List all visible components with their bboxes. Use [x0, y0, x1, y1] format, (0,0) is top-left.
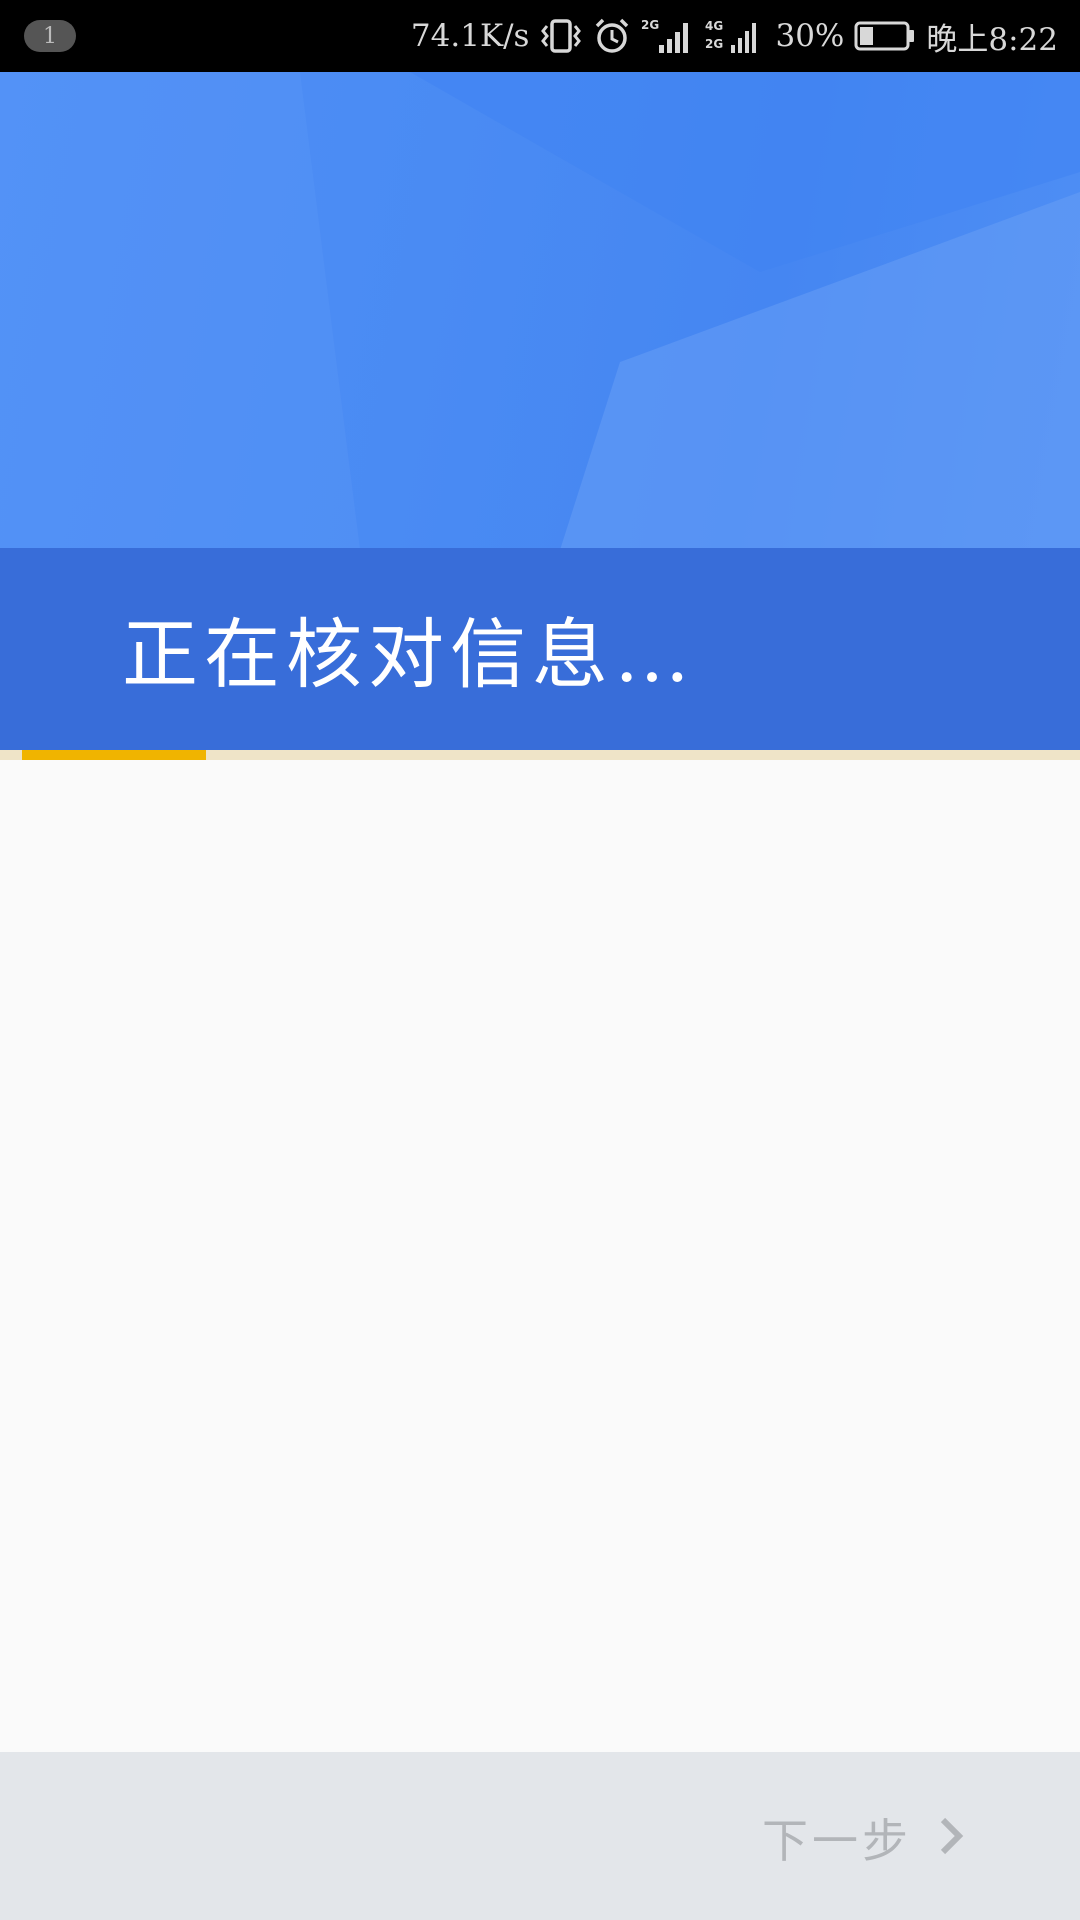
header-background-shapes	[0, 72, 1080, 550]
network-speed: 74.1K/s	[410, 18, 530, 54]
status-bar-right: 74.1K/s 2G 4G 2G 30% 晚上8:22	[411, 0, 1058, 72]
clock: 晚上8:22	[926, 21, 1058, 58]
signal-2g-label: 2G	[641, 18, 659, 32]
content-area	[0, 760, 1080, 1752]
page-title: 正在核对信息…	[122, 610, 696, 699]
header-banner	[0, 72, 1080, 550]
status-bar: 1 74.1K/s 2G 4G 2G 30% 晚上8:22	[0, 0, 1080, 72]
signal-4g-label: 4G	[705, 19, 723, 33]
battery-level-fill	[860, 27, 874, 45]
battery-icon	[854, 19, 916, 53]
progress-bar	[0, 750, 1080, 760]
next-button-label: 下一步	[762, 1814, 912, 1868]
progress-fill	[22, 750, 206, 760]
alarm-icon	[593, 17, 631, 55]
next-button[interactable]: 下一步	[762, 1800, 964, 1876]
battery-percent: 30%	[775, 18, 845, 54]
chevron-right-icon	[938, 1816, 964, 1860]
signal-2g-icon: 2G	[641, 17, 695, 55]
notification-badge: 1	[24, 20, 76, 52]
signal-4g-2g-icon: 4G 2G	[705, 17, 765, 55]
signal-2g-label-b: 2G	[705, 37, 723, 51]
vibrate-icon	[539, 18, 583, 54]
